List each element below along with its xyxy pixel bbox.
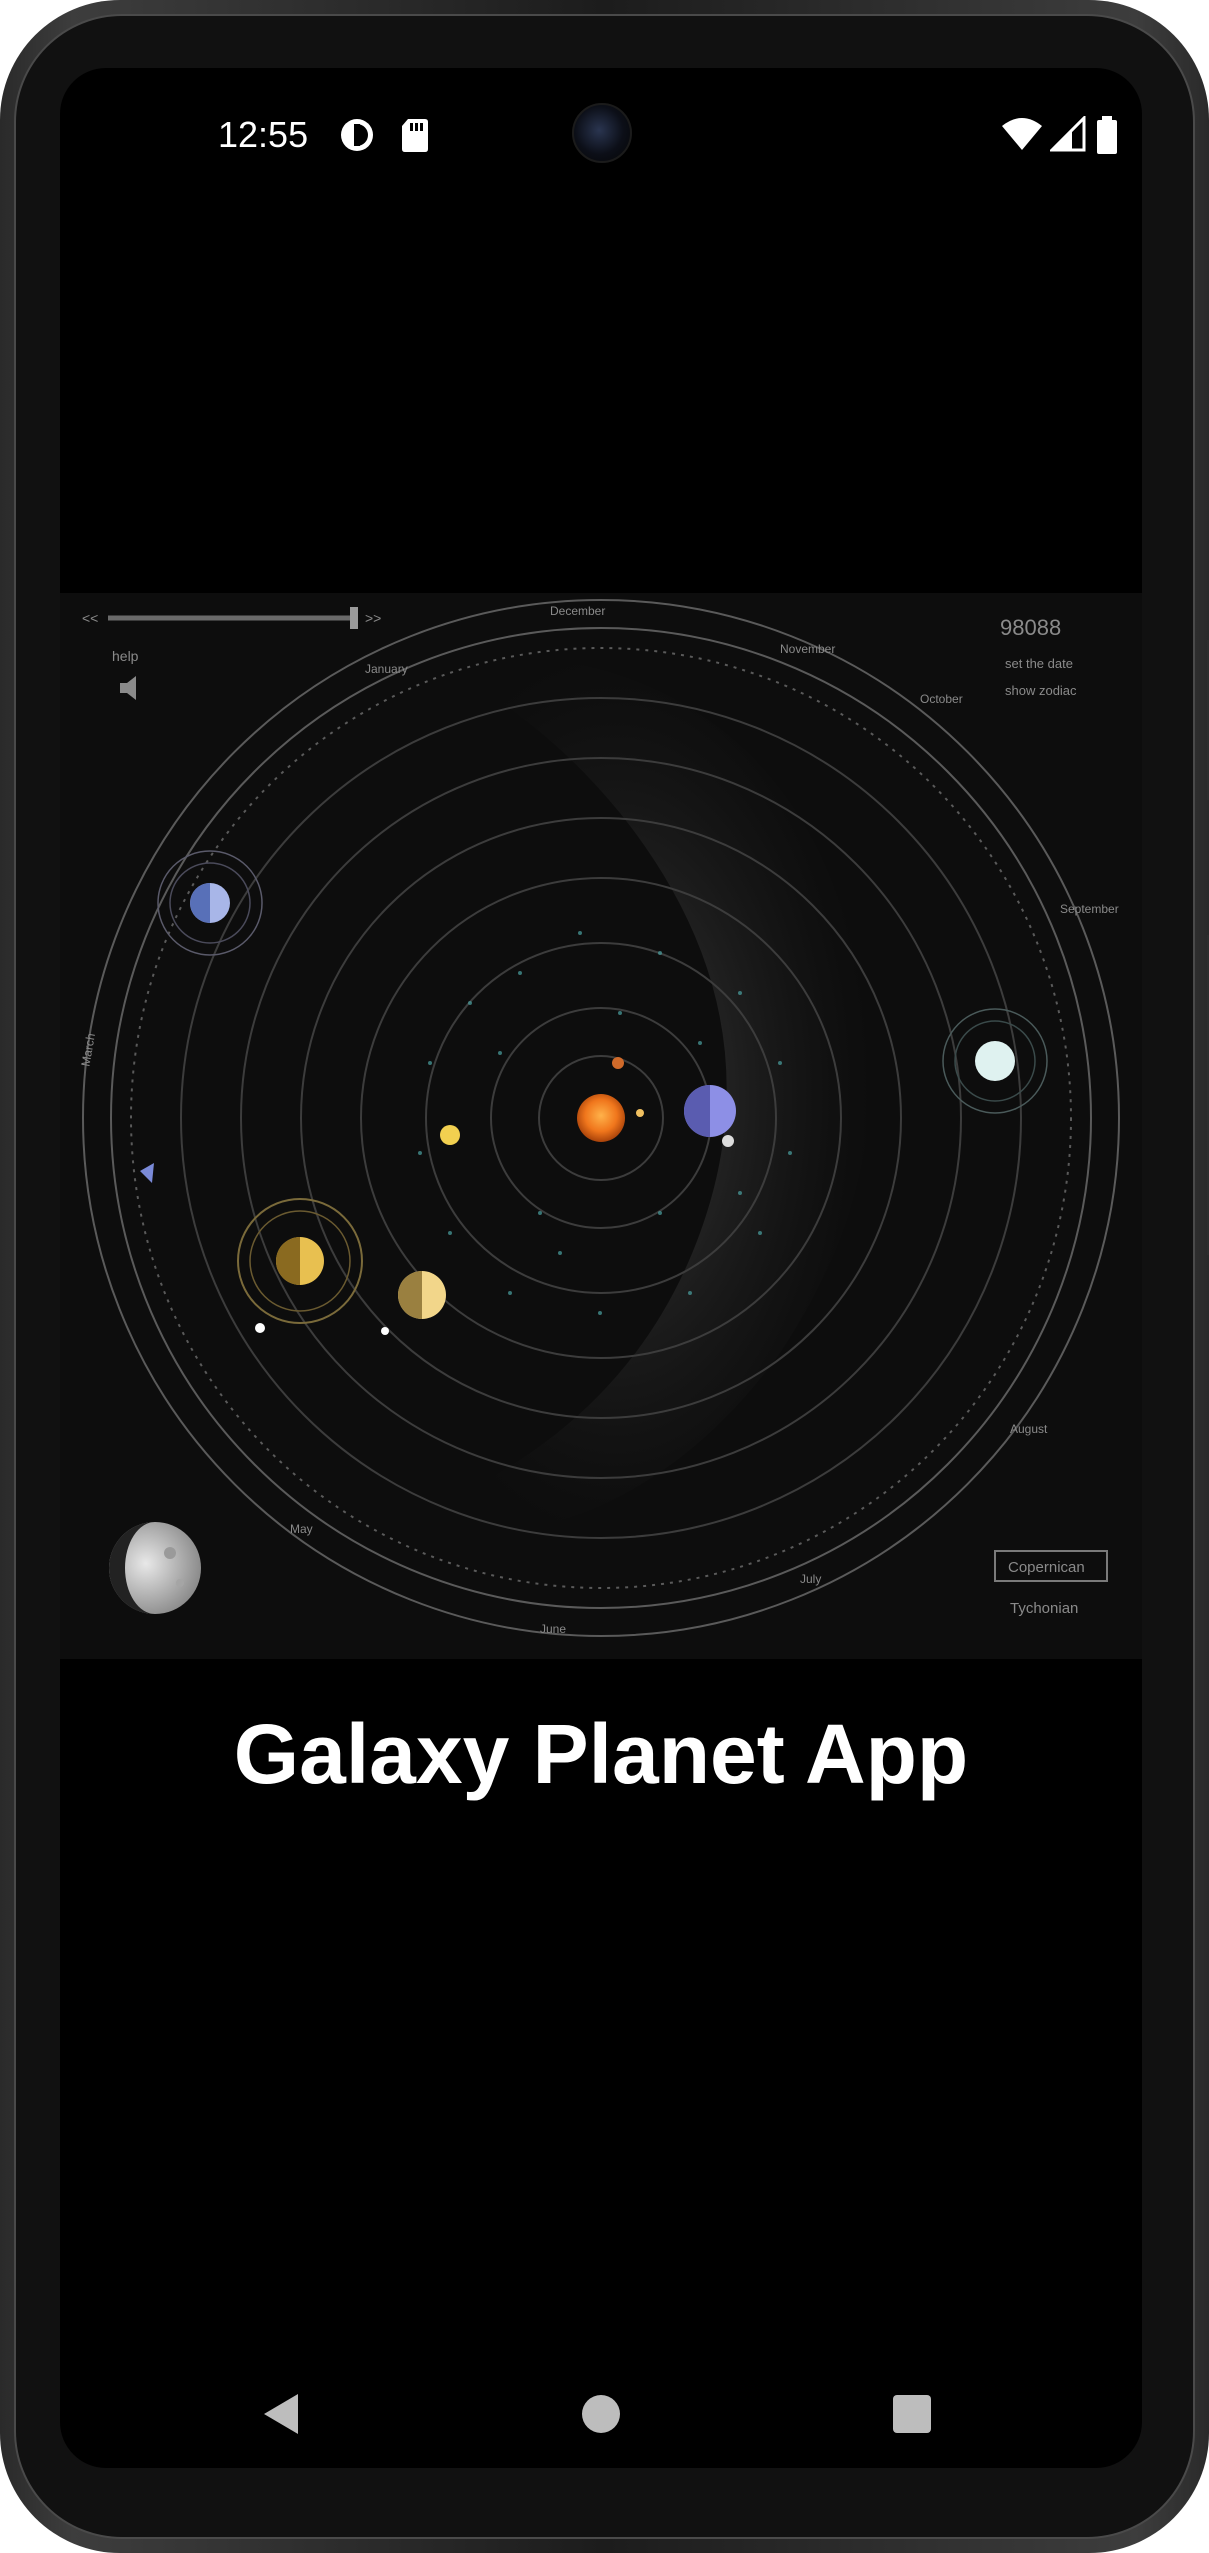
svg-text:>>: >>	[365, 610, 381, 626]
phone-frame: 12:55 << >> help 98088 set the date show…	[0, 0, 1209, 2553]
sd-card-icon	[402, 119, 428, 152]
month-label: July	[800, 1572, 821, 1586]
battery-icon	[1097, 116, 1117, 154]
saturn	[237, 1198, 363, 1324]
month-label: November	[780, 642, 835, 656]
neptune	[157, 850, 263, 956]
model-selector: Copernican Tychonian	[994, 1550, 1108, 1617]
mercury	[612, 1057, 624, 1069]
month-label: June	[540, 1622, 566, 1636]
show-zodiac-link: show zodiac	[1005, 683, 1077, 698]
solar-system-hero-image: << >> help 98088 set the date show zodia…	[60, 593, 1142, 1659]
comet-marker	[140, 1163, 154, 1183]
venus	[636, 1109, 644, 1117]
moon-phase	[109, 1522, 201, 1614]
mars	[440, 1125, 460, 1145]
month-label: January	[365, 662, 408, 676]
data-saver-icon	[341, 119, 373, 151]
set-date-link: set the date	[1005, 656, 1073, 671]
svg-text:<<: <<	[82, 610, 98, 626]
month-label: October	[920, 692, 963, 706]
copernican-option: Copernican	[1008, 1559, 1085, 1576]
month-label: September	[1060, 902, 1119, 916]
status-time: 12:55	[218, 114, 309, 155]
sun	[577, 1094, 625, 1142]
wifi-icon	[1002, 118, 1042, 150]
year-counter: 98088	[1000, 615, 1061, 640]
month-label: March	[78, 1032, 98, 1067]
uranus	[942, 1008, 1048, 1114]
month-label: May	[290, 1522, 313, 1536]
tychonian-option: Tychonian	[1010, 1600, 1078, 1617]
speed-slider: << >>	[82, 607, 381, 629]
help-link: help	[112, 648, 139, 664]
earth-moon	[722, 1135, 734, 1147]
month-label: December	[550, 604, 605, 618]
home-icon[interactable]	[571, 2384, 631, 2444]
front-camera	[572, 103, 632, 163]
back-icon[interactable]	[254, 2384, 314, 2444]
status-bar: 12:55	[60, 68, 1142, 208]
navigation-bar	[60, 2358, 1142, 2468]
app-title: Galaxy Planet App	[233, 1707, 969, 1801]
milky-way-band	[360, 651, 872, 1540]
cellular-signal-icon	[1050, 116, 1086, 152]
sound-icon	[120, 676, 136, 700]
recents-icon[interactable]	[882, 2384, 942, 2444]
solar-system-illustration: << >> help 98088 set the date show zodia…	[78, 599, 1120, 1637]
device-screen: 12:55 << >> help 98088 set the date show…	[60, 68, 1142, 2468]
month-label: August	[1010, 1422, 1048, 1436]
